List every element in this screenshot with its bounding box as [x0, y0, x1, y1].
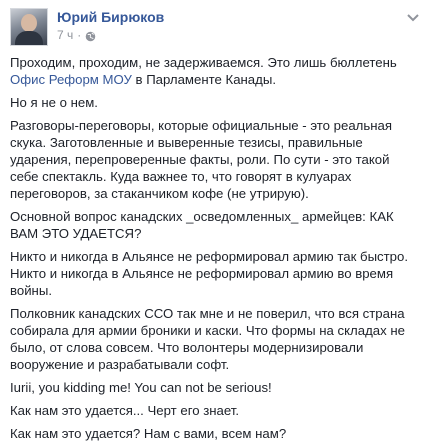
post-paragraph-8: Как нам это удается... Черт его знает. [10, 403, 240, 418]
post-timestamp-row: 7 ч · [57, 27, 164, 43]
post-paragraph-5: Никто и никогда в Альянсе не реформирова… [10, 249, 409, 298]
author-name[interactable]: Юрий Бирюков [57, 9, 164, 26]
office-reform-link[interactable]: Офис Реформ МОУ [10, 72, 132, 87]
post-paragraph-9: Как нам это удается? Нам с вами, всем на… [10, 426, 287, 441]
post-paragraph-3: Разговоры-переговоры, которые официальны… [10, 118, 393, 201]
chevron-down-icon[interactable] [406, 10, 420, 22]
avatar-body [15, 31, 43, 45]
post-time[interactable]: 7 ч [57, 27, 73, 43]
post-paragraph-2: Но я не о нем. [10, 95, 98, 110]
avatar[interactable] [10, 8, 48, 46]
post-paragraph-4: Основной вопрос канадских _осведомленных… [10, 209, 394, 241]
post-paragraph-6: Полковник канадских ССО так мне и не пов… [10, 306, 405, 372]
avatar-head [21, 14, 37, 32]
post-paragraph-1: Проходим, проходим, не задерживаемся. Эт… [10, 54, 414, 88]
globe-icon[interactable] [85, 30, 96, 41]
post-meta: Юрий Бирюков 7 ч · [57, 8, 164, 43]
meta-separator: · [77, 28, 82, 42]
post-content: Проходим, проходим, не задерживаемся. Эт… [10, 54, 420, 442]
facebook-post: Юрий Бирюков 7 ч · Проходим, проходим, н… [0, 0, 430, 441]
paragraph-1-text-after: в Парламенте Канады. [131, 72, 276, 87]
post-header: Юрий Бирюков 7 ч · [10, 8, 420, 54]
post-paragraph-7: Iurii, you kidding me! You can not be se… [10, 380, 272, 395]
paragraph-1-text-before: Проходим, проходим, не задерживаемся. Эт… [10, 55, 397, 70]
